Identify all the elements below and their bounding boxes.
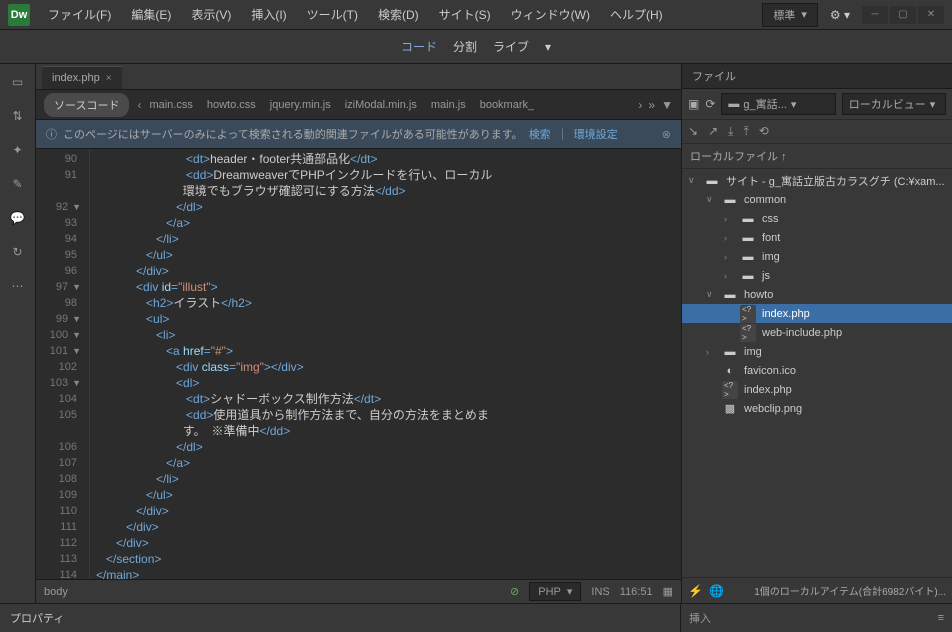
line-gutter: 909192▼9394959697▼9899▼100▼101▼102103▼10…: [36, 149, 90, 579]
close-button[interactable]: ✕: [918, 6, 944, 24]
view-split[interactable]: 分割: [453, 38, 477, 55]
put-icon[interactable]: ↗: [708, 124, 718, 139]
checkin-icon[interactable]: ⤒: [743, 124, 748, 139]
menu-tools[interactable]: ツール(T): [299, 2, 366, 27]
check-icon[interactable]: ⊘: [510, 585, 519, 598]
view-live[interactable]: ライブ: [493, 38, 529, 55]
chevron-right-icon[interactable]: ›: [638, 98, 642, 112]
info-bar: ⓘ このページにはサーバーのみによって検索される動的関連ファイルがある可能性があ…: [36, 120, 681, 149]
tree-row[interactable]: <?>index.php: [682, 380, 952, 399]
checkout-icon[interactable]: ⤓: [728, 124, 733, 139]
panel-menu-icon[interactable]: ≡: [938, 612, 944, 624]
site-select[interactable]: ▬g_寓話...▾: [721, 93, 835, 115]
sync2-icon[interactable]: ⟲: [759, 124, 769, 139]
menu-view[interactable]: 表示(V): [183, 2, 239, 27]
layout-mode-dropdown[interactable]: 標準▾: [762, 3, 818, 27]
info-search-link[interactable]: 検索: [529, 126, 551, 142]
related-file[interactable]: main.js: [431, 99, 466, 111]
tree-row[interactable]: <?>web-include.php: [682, 323, 952, 342]
file-tree[interactable]: ∨▬サイト - g_寓話立版古カラスグチ (C:¥xam...∨▬common›…: [682, 169, 952, 577]
menu-window[interactable]: ウィンドウ(W): [503, 2, 598, 27]
maximize-button[interactable]: ▢: [890, 6, 916, 24]
tree-row[interactable]: ›▬css: [682, 209, 952, 228]
info-prefs-link[interactable]: 環境設定: [574, 126, 618, 142]
file-stats: 1個のローカルアイテム(合計6982バイト)...: [754, 583, 946, 598]
minimize-button[interactable]: ─: [862, 6, 888, 24]
menu-insert[interactable]: 挿入(I): [243, 2, 294, 27]
view-select[interactable]: ローカルビュー▾: [842, 93, 946, 115]
more-icon[interactable]: »: [648, 98, 655, 112]
comment-icon[interactable]: 💬: [8, 208, 28, 228]
tool-strip: ▭ ⇅ ✦ ✎ 💬 ↻ ⋯: [0, 64, 36, 603]
menu-search[interactable]: 検索(D): [370, 2, 427, 27]
properties-tab[interactable]: プロパティ: [0, 604, 681, 632]
tree-row[interactable]: ∨▬howto: [682, 285, 952, 304]
insert-label[interactable]: 挿入: [689, 610, 711, 626]
tree-row[interactable]: ›▬img: [682, 342, 952, 361]
related-file[interactable]: iziModal.min.js: [345, 99, 417, 111]
source-code-button[interactable]: ソースコード: [44, 93, 129, 117]
plug-icon[interactable]: ⚡: [688, 584, 703, 598]
breadcrumb[interactable]: body: [44, 586, 500, 598]
globe-icon[interactable]: 🌐: [709, 584, 724, 598]
document-icon[interactable]: ▭: [8, 72, 28, 92]
menu-file[interactable]: ファイル(F): [40, 2, 119, 27]
menu-site[interactable]: サイト(S): [431, 2, 499, 27]
related-file[interactable]: jquery.min.js: [270, 99, 331, 111]
chevron-left-icon[interactable]: ‹: [137, 98, 141, 112]
get-icon[interactable]: ↘: [688, 124, 698, 139]
view-code[interactable]: コード: [401, 38, 437, 55]
tree-row[interactable]: ›▬img: [682, 247, 952, 266]
star-icon[interactable]: ✦: [8, 140, 28, 160]
related-file[interactable]: bookmark_: [480, 99, 534, 111]
tree-row[interactable]: <?>index.php: [682, 304, 952, 323]
gear-icon[interactable]: ⚙ ▾: [830, 8, 850, 22]
info-icon: ⓘ: [46, 126, 57, 142]
filter-icon[interactable]: ▼: [661, 98, 673, 112]
menubar: ファイル(F) 編集(E) 表示(V) 挿入(I) ツール(T) 検索(D) サ…: [40, 2, 671, 27]
more-icon[interactable]: ⋯: [8, 276, 28, 296]
tree-row[interactable]: ∨▬サイト - g_寓話立版古カラスグチ (C:¥xam...: [682, 171, 952, 190]
tree-row[interactable]: ›▬js: [682, 266, 952, 285]
file-tab-index[interactable]: index.php ×: [42, 66, 122, 89]
language-select[interactable]: PHP▾: [529, 582, 581, 601]
cursor-position: 116:51: [620, 586, 653, 598]
column-header[interactable]: ローカルファイル ↑: [682, 144, 952, 169]
close-icon[interactable]: ×: [106, 73, 112, 84]
brush-icon[interactable]: ✎: [8, 174, 28, 194]
tree-row[interactable]: ▩webclip.png: [682, 399, 952, 418]
related-file[interactable]: main.css: [149, 99, 192, 111]
menu-edit[interactable]: 編集(E): [123, 2, 179, 27]
files-panel-tab[interactable]: ファイル: [682, 64, 952, 89]
tree-row[interactable]: ∨▬common: [682, 190, 952, 209]
info-text: このページにはサーバーのみによって検索される動的関連ファイルがある可能性がありま…: [63, 126, 523, 142]
tree-row[interactable]: ›▬font: [682, 228, 952, 247]
chevron-down-icon[interactable]: ▾: [545, 40, 551, 54]
overflow-icon[interactable]: ▦: [663, 585, 673, 598]
code-editor[interactable]: 909192▼9394959697▼9899▼100▼101▼102103▼10…: [36, 149, 681, 579]
close-icon[interactable]: ⊗: [662, 128, 671, 141]
chevron-down-icon: ▾: [801, 8, 807, 21]
define-icon[interactable]: ▣: [688, 97, 699, 111]
insert-mode[interactable]: INS: [591, 586, 609, 598]
app-logo: Dw: [8, 4, 30, 26]
menu-help[interactable]: ヘルプ(H): [602, 2, 671, 27]
related-file[interactable]: howto.css: [207, 99, 256, 111]
refresh-icon[interactable]: ↻: [8, 242, 28, 262]
tree-row[interactable]: ◐favicon.ico: [682, 361, 952, 380]
sync-icon[interactable]: ⟳: [705, 97, 715, 111]
swap-icon[interactable]: ⇅: [8, 106, 28, 126]
